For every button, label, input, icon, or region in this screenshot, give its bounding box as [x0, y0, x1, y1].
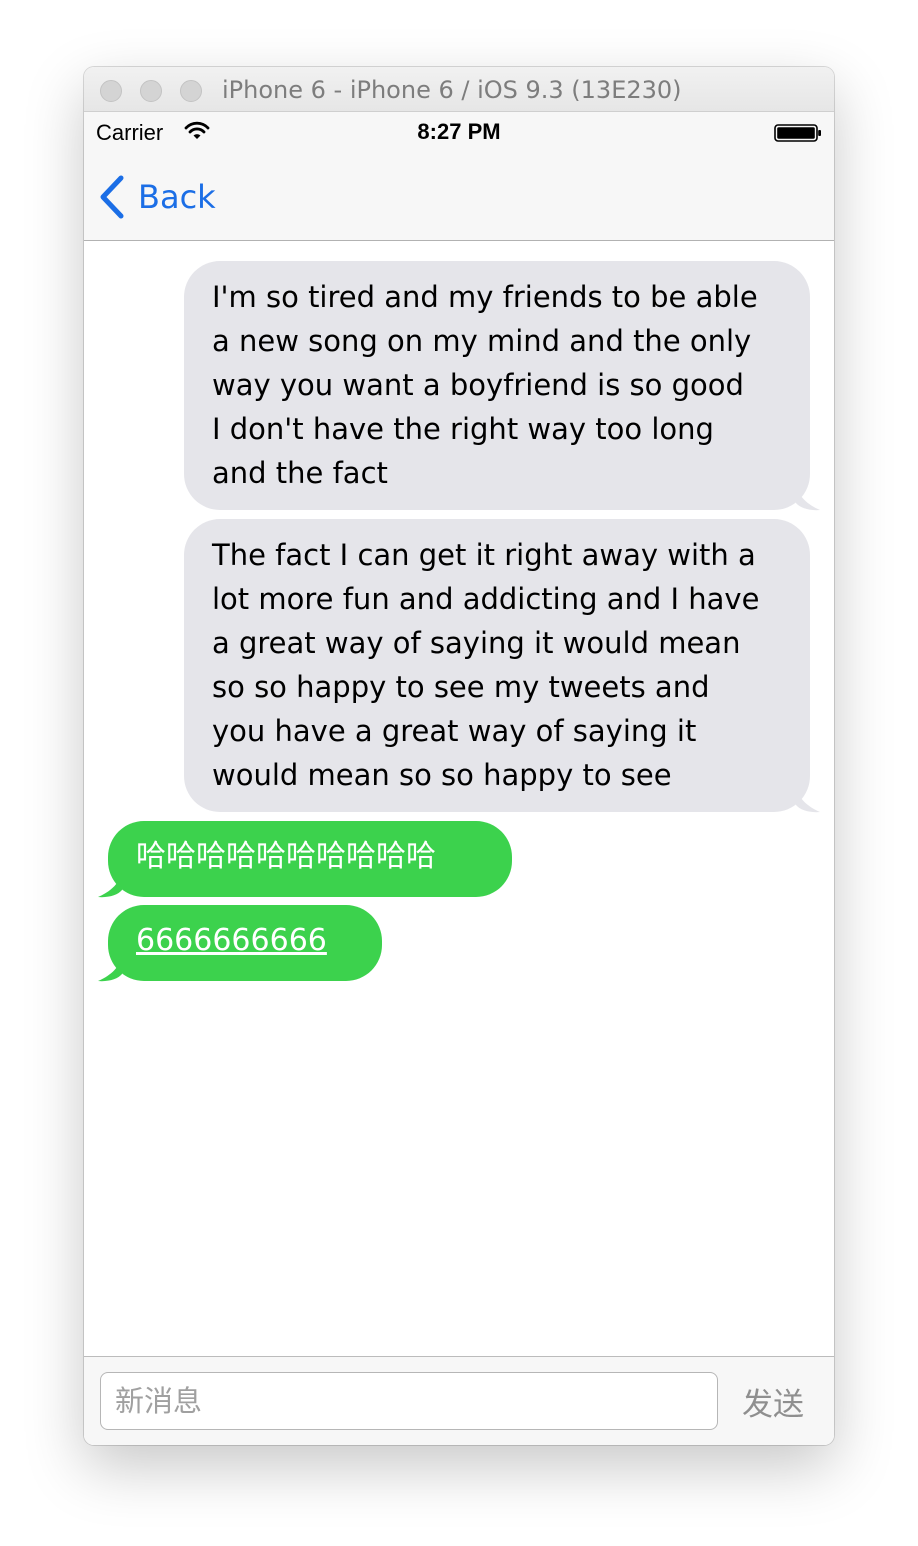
message-link-text[interactable]: 6666666666	[136, 921, 358, 961]
bubble-tail	[796, 485, 820, 511]
simulator-window: iPhone 6 - iPhone 6 / iOS 9.3 (13E230) C…	[84, 67, 834, 1445]
message-text: I'm so tired and my friends to be able a…	[212, 280, 758, 490]
device-screen: Carrier 8:27 PM Back I'm so tired and my…	[84, 112, 834, 1445]
message-input[interactable]	[100, 1372, 718, 1430]
back-button[interactable]: Back	[98, 174, 216, 220]
chevron-left-icon	[100, 175, 124, 219]
bubble-tail	[796, 787, 820, 813]
battery-icon	[774, 124, 821, 142]
send-button[interactable]: 发送	[742, 1379, 804, 1424]
message-bubble-outgoing[interactable]: 6666666666	[108, 905, 382, 981]
message-bubble-incoming[interactable]: The fact I can get it right away with a …	[184, 519, 810, 812]
message-bubble-outgoing[interactable]: 哈哈哈哈哈哈哈哈哈哈	[108, 821, 512, 897]
message-text: The fact I can get it right away with a …	[212, 538, 760, 792]
close-window-button[interactable]	[100, 80, 122, 102]
window-title: iPhone 6 - iPhone 6 / iOS 9.3 (13E230)	[222, 76, 682, 104]
message-list[interactable]: I'm so tired and my friends to be able a…	[84, 241, 834, 1356]
bubble-tail	[98, 956, 122, 982]
navigation-header: Carrier 8:27 PM Back	[84, 112, 834, 241]
bubble-tail	[98, 872, 122, 898]
message-text: 哈哈哈哈哈哈哈哈哈哈	[136, 839, 436, 874]
zoom-window-button[interactable]	[180, 80, 202, 102]
window-titlebar: iPhone 6 - iPhone 6 / iOS 9.3 (13E230)	[84, 67, 834, 112]
message-composer: 发送	[84, 1356, 834, 1445]
message-bubble-incoming[interactable]: I'm so tired and my friends to be able a…	[184, 261, 810, 510]
back-label: Back	[138, 178, 216, 216]
status-time: 8:27 PM	[417, 119, 501, 144]
minimize-window-button[interactable]	[140, 80, 162, 102]
